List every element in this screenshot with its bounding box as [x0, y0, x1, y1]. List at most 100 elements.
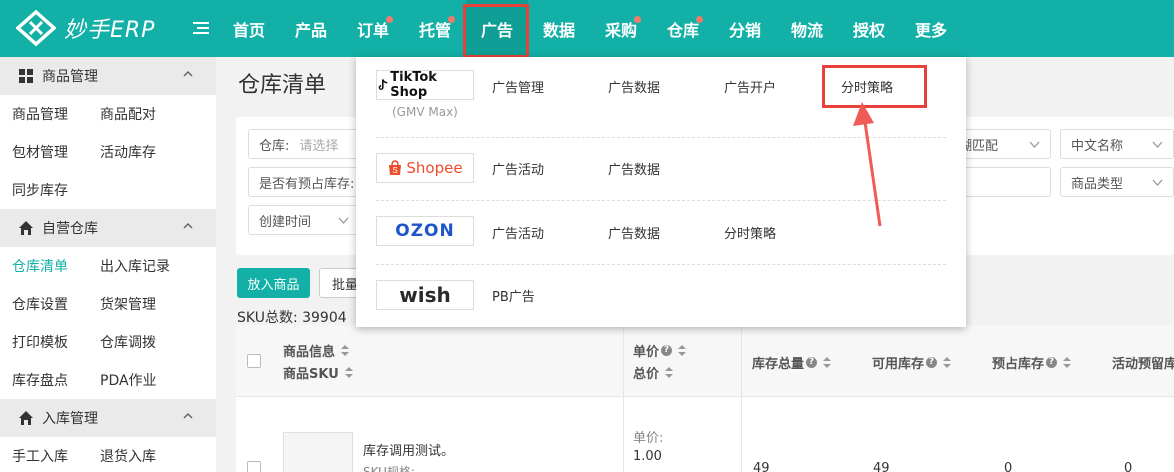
nav-warehouse[interactable]: 仓库 — [652, 0, 714, 57]
shopee-ad-campaign-link[interactable]: 广告活动 — [492, 159, 544, 178]
notification-dot — [448, 16, 455, 23]
sidebar-group-product-mgmt[interactable]: 商品管理 — [0, 57, 216, 95]
home-icon — [19, 411, 33, 425]
nav-more[interactable]: 更多 — [900, 0, 962, 57]
logo-icon — [16, 10, 56, 46]
top-navbar: 妙手ERP 首页 产品 订单 托管 广告 数据 采购 仓库 分销 物流 授权 更… — [0, 0, 1174, 57]
sidebar-item-product-mgmt[interactable]: 商品管理 — [0, 104, 100, 124]
sort-icon[interactable] — [344, 366, 354, 379]
ozon-timeshare-strategy-link[interactable]: 分时策略 — [724, 223, 776, 242]
wish-logo[interactable]: wish — [376, 280, 474, 310]
th-product-info: 商品信息 商品SKU — [273, 325, 623, 397]
warehouse-select[interactable]: 仓库: 请选择 — [248, 129, 368, 159]
ozon-ad-data-link[interactable]: 广告数据 — [608, 223, 660, 242]
th-stock-total: 库存总量? — [742, 325, 862, 397]
nav-products[interactable]: 产品 — [280, 0, 342, 57]
row-checkbox[interactable] — [247, 461, 261, 472]
sidebar-item-stocktake[interactable]: 库存盘点 — [0, 370, 100, 390]
ozon-logo[interactable]: OZON — [376, 216, 474, 246]
gmv-max-label: (GMV Max) — [392, 105, 458, 119]
reserved-stock-select[interactable]: 是否有预占库存: — [248, 167, 368, 197]
sidebar-group-own-warehouse[interactable]: 自营仓库 — [0, 209, 216, 247]
sidebar-item-warehouse-settings[interactable]: 仓库设置 — [0, 294, 100, 314]
nav-orders[interactable]: 订单 — [342, 0, 404, 57]
created-time-select[interactable]: 创建时间 — [248, 205, 360, 235]
nav-distribution[interactable]: 分销 — [714, 0, 776, 57]
unit-price-label: 单价: — [633, 431, 664, 446]
chevron-up-icon — [183, 70, 193, 77]
available-stock-value: 49 — [873, 461, 890, 472]
logo-text: 妙手ERP — [64, 18, 156, 43]
chevron-up-icon — [183, 222, 193, 229]
shopee-bag-icon: S — [389, 160, 402, 175]
sidebar-item-shelf-mgmt[interactable]: 货架管理 — [100, 294, 156, 314]
column-divider — [623, 325, 624, 472]
notification-dot — [634, 16, 641, 23]
box-icon — [19, 69, 33, 83]
sidebar-item-sync-stock[interactable]: 同步库存 — [0, 180, 100, 200]
tiktok-ad-management-link[interactable]: 广告管理 — [492, 77, 544, 96]
help-icon[interactable]: ? — [806, 357, 818, 368]
sort-icon[interactable] — [822, 356, 832, 369]
sidebar-item-activity-stock[interactable]: 活动库存 — [100, 142, 156, 162]
page-title: 仓库清单 — [238, 73, 327, 98]
select-all-checkbox[interactable] — [247, 354, 261, 368]
product-name[interactable]: 库存调用测试。 — [363, 440, 454, 459]
sort-icon[interactable] — [1062, 356, 1072, 369]
app-logo[interactable]: 妙手ERP — [16, 10, 155, 46]
notification-dot — [696, 16, 703, 23]
sidebar-item-transfer[interactable]: 仓库调拨 — [100, 332, 156, 352]
column-divider — [741, 325, 742, 472]
chevron-up-icon — [183, 412, 193, 419]
sort-icon[interactable] — [942, 356, 952, 369]
shopee-logo[interactable]: S Shopee — [376, 153, 474, 183]
annotation-arrow-icon — [853, 102, 882, 227]
sidebar-item-packaging[interactable]: 包材管理 — [0, 142, 100, 162]
nav-hosting[interactable]: 托管 — [404, 0, 466, 57]
sidebar-item-inout-records[interactable]: 出入库记录 — [100, 256, 170, 276]
tiktok-ad-data-link[interactable]: 广告数据 — [608, 77, 660, 96]
chevron-down-icon — [338, 217, 349, 224]
reserved-stock-value: 0 — [1004, 461, 1013, 472]
sort-icon[interactable] — [677, 344, 687, 357]
sku-spec-label: SKU规格: — [363, 465, 415, 472]
th-reserved: 预占库存? — [982, 325, 1102, 397]
stock-total-value: 49 — [753, 461, 770, 472]
svg-text:S: S — [393, 166, 398, 175]
sort-icon[interactable] — [664, 366, 674, 379]
sidebar-item-warehouse-list[interactable]: 仓库清单 — [0, 256, 100, 276]
tiktok-shop-logo[interactable]: TikTok Shop — [376, 70, 474, 100]
tiktok-ad-account-link[interactable]: 广告开户 — [724, 77, 776, 96]
wish-pb-ads-link[interactable]: PB广告 — [492, 286, 535, 305]
cn-name-select[interactable]: 中文名称 — [1060, 129, 1174, 159]
help-icon[interactable]: ? — [926, 357, 938, 368]
sort-icon[interactable] — [340, 344, 350, 357]
chevron-down-icon — [1029, 141, 1040, 148]
shopee-ad-data-link[interactable]: 广告数据 — [608, 159, 660, 178]
sidebar-item-pda[interactable]: PDA作业 — [100, 370, 157, 390]
sidebar-group-inbound[interactable]: 入库管理 — [0, 399, 216, 437]
sidebar-item-product-match[interactable]: 商品配对 — [100, 104, 156, 124]
add-product-button[interactable]: 放入商品 — [237, 268, 310, 298]
nav-data[interactable]: 数据 — [528, 0, 590, 57]
help-icon[interactable]: ? — [1046, 357, 1058, 368]
ozon-ad-campaign-link[interactable]: 广告活动 — [492, 223, 544, 242]
tiktok-icon — [378, 79, 388, 90]
nav-purchase[interactable]: 采购 — [590, 0, 652, 57]
th-activity-reserved: 活动预留库 — [1112, 357, 1174, 372]
inventory-table: 商品信息 商品SKU 单价? 总价 库存总量? 可用库存? 预占库存 ? 活动预… — [236, 325, 1174, 472]
nav-authorization[interactable]: 授权 — [838, 0, 900, 57]
help-icon[interactable]: ? — [661, 345, 673, 356]
unit-price-value: 1.00 — [633, 449, 662, 464]
product-thumbnail — [283, 432, 353, 472]
sidebar-item-manual-inbound[interactable]: 手工入库 — [0, 446, 100, 466]
menu-toggle-icon[interactable] — [192, 19, 210, 37]
product-type-select[interactable]: 商品类型 — [1060, 167, 1174, 197]
th-available: 可用库存? — [862, 325, 982, 397]
menu-divider — [376, 264, 946, 265]
sidebar-item-print-template[interactable]: 打印模板 — [0, 332, 100, 352]
sku-total: SKU总数: 39904 — [237, 310, 347, 326]
nav-home[interactable]: 首页 — [218, 0, 280, 57]
sidebar-item-return-inbound[interactable]: 退货入库 — [100, 446, 156, 466]
nav-logistics[interactable]: 物流 — [776, 0, 838, 57]
